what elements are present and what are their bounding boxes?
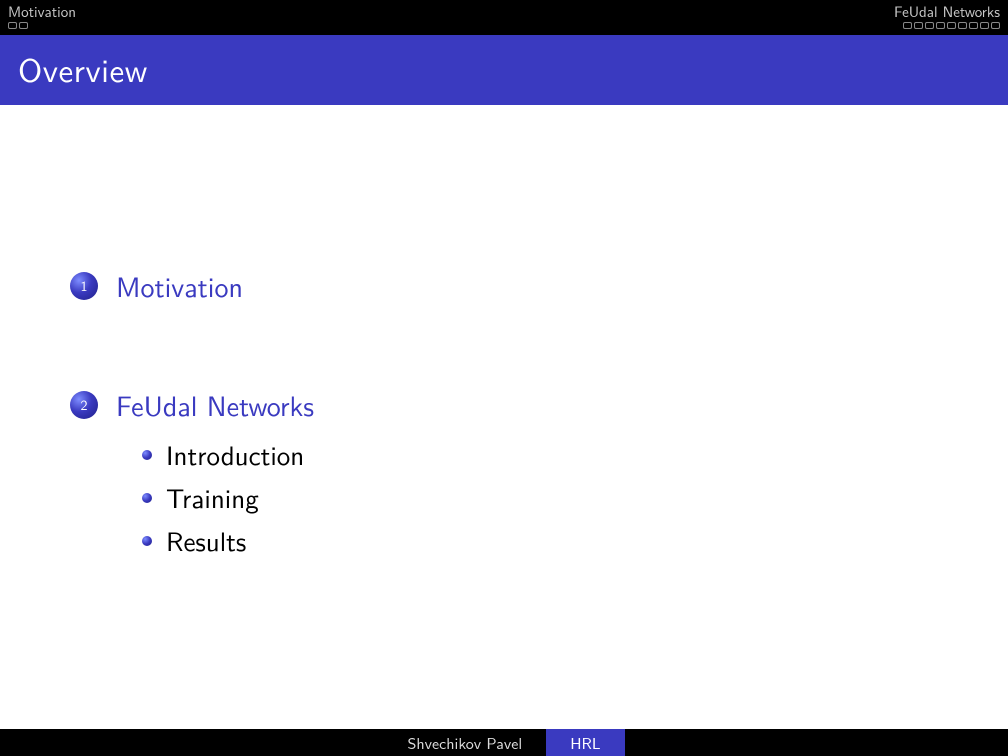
progress-dot[interactable] — [903, 22, 912, 29]
top-navbar: Motivation FeUdal Networks — [0, 0, 1008, 35]
toc-number-ball: 2 — [70, 391, 98, 419]
toc-title: FeUdal Networks — [116, 384, 314, 425]
progress-dot[interactable] — [925, 22, 934, 29]
progress-dot[interactable] — [991, 22, 1000, 29]
footer-short-title: HRL — [546, 729, 624, 756]
nav-section-motivation[interactable]: Motivation — [8, 4, 76, 29]
toc-head[interactable]: 1 Motivation — [70, 265, 948, 306]
progress-dot[interactable] — [947, 22, 956, 29]
footer: Shvechikov Pavel HRL — [0, 729, 1008, 756]
progress-dot[interactable] — [980, 22, 989, 29]
toc-sublist: Introduction Training Results — [142, 435, 948, 560]
nav-section-feudal[interactable]: FeUdal Networks — [894, 4, 1000, 29]
bullet-icon — [142, 536, 152, 546]
slide: Motivation FeUdal Networks Overview 1 Mot… — [0, 0, 1008, 756]
toc-number-ball: 1 — [70, 272, 98, 300]
progress-dots-right — [903, 22, 1000, 29]
toc-subitem[interactable]: Introduction — [142, 435, 948, 474]
bullet-icon — [142, 493, 152, 503]
progress-dot[interactable] — [914, 22, 923, 29]
slide-title-bar: Overview — [0, 35, 1008, 105]
footer-author: Shvechikov Pavel — [383, 729, 546, 756]
progress-dot[interactable] — [969, 22, 978, 29]
progress-dot[interactable] — [936, 22, 945, 29]
toc-item: 2 FeUdal Networks Introduction Training Resu… — [70, 384, 948, 560]
toc-subitem-label: Results — [166, 521, 246, 560]
progress-dot[interactable] — [8, 22, 17, 29]
slide-body: 1 Motivation 2 FeUdal Networks Introduction T… — [0, 105, 1008, 756]
toc-subitem[interactable]: Results — [142, 521, 948, 560]
bullet-icon — [142, 450, 152, 460]
nav-label-left: Motivation — [8, 4, 76, 19]
progress-dot[interactable] — [19, 22, 28, 29]
toc-subitem-label: Introduction — [166, 435, 304, 474]
progress-dots-left — [8, 22, 76, 29]
toc-subitem-label: Training — [166, 478, 259, 517]
nav-label-right: FeUdal Networks — [894, 4, 1000, 19]
toc-subitem[interactable]: Training — [142, 478, 948, 517]
toc-item: 1 Motivation — [70, 265, 948, 306]
toc-head[interactable]: 2 FeUdal Networks — [70, 384, 948, 425]
slide-title: Overview — [18, 45, 148, 93]
progress-dot[interactable] — [958, 22, 967, 29]
toc-title: Motivation — [116, 265, 243, 306]
